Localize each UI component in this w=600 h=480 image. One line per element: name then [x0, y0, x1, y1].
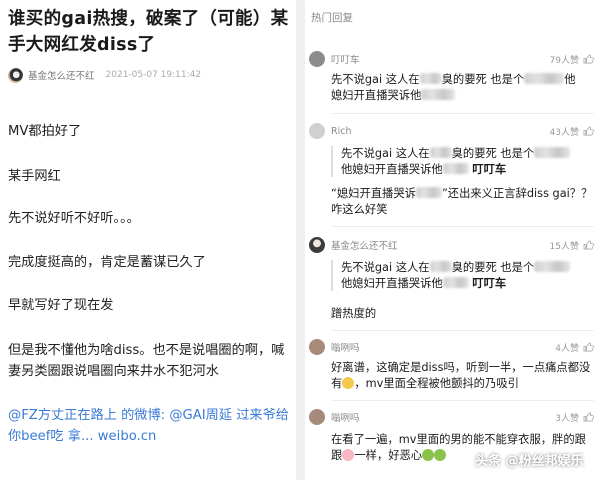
like-count: 15人赞	[549, 241, 579, 252]
commenter-name[interactable]: 基金怎么还不红	[331, 238, 550, 252]
post-time: 2021-05-07 19:11:42	[105, 70, 202, 80]
post-title: 谁买的gai热搜，破案了（可能）某手大网红发diss了	[8, 9, 289, 55]
quote-author[interactable]: 叮叮车	[472, 277, 506, 290]
comment-divider	[331, 330, 594, 331]
like-count: 4人赞	[555, 343, 579, 354]
blurred-text	[429, 147, 452, 158]
thumb-up-icon[interactable]	[583, 342, 594, 352]
scared-emoji-icon	[342, 376, 355, 389]
comment-text: “媳妇开直播哭诉 ”还出来义正言辞diss gai？？咋这么好笑	[331, 187, 593, 216]
hot-replies-title: 热门回复	[311, 12, 353, 24]
commenter-avatar[interactable]	[309, 409, 325, 425]
quoted-comment: 先不说gai 这人在 臭的要死 也是个 他媳妇开直播哭诉他 叮叮车	[331, 260, 593, 291]
comments-panel: 热门回复 叮叮车 79人赞 先不说gai 这人在 臭的要死 也是个他 媳妇开直播哭…	[305, 0, 600, 480]
blurred-text	[524, 73, 565, 84]
comment-divider	[331, 113, 594, 114]
comment-text: 蹭热度的	[331, 307, 377, 320]
thumb-up-icon[interactable]	[583, 240, 594, 250]
nauseated-emoji-icon	[434, 448, 447, 461]
blurred-text	[419, 73, 442, 84]
post-author-row: 基金怎么还不红 2021-05-07 19:11:42	[8, 66, 201, 84]
commenter-name[interactable]: 嗡咧吗	[331, 340, 555, 354]
commenter-name[interactable]: 嗡咧吗	[331, 410, 555, 424]
nauseated-emoji-icon	[422, 448, 435, 461]
watermark: 头条 @粉丝邦娱乐	[475, 448, 584, 470]
post-paragraph: 完成度挺高的，肯定是蓄谋已久了	[8, 255, 206, 270]
blurred-text	[415, 187, 442, 198]
blurred-text	[534, 261, 571, 272]
thumb-up-icon[interactable]	[583, 126, 594, 136]
like-count: 79人赞	[549, 55, 579, 66]
comment-text: 先不说gai 这人在 臭的要死 也是个他 媳妇开直播哭诉他	[331, 73, 576, 102]
post-paragraph: 早就写好了现在发	[8, 298, 114, 313]
comment-text: 好离谱，这确定是diss吗，听到一半，一点痛点都没有 ，mv里面全程被他颤抖的乃吸…	[331, 361, 591, 390]
panel-divider	[296, 0, 305, 480]
commenter-avatar[interactable]	[309, 123, 325, 139]
blurred-text	[429, 261, 452, 272]
post-paragraph: MV都拍好了	[8, 124, 82, 139]
quoted-comment: 先不说gai 这人在 臭的要死 也是个 他媳妇开直播哭诉他 叮叮车	[331, 146, 593, 177]
like-count: 3人赞	[555, 413, 579, 424]
watermark-text: 头条 @粉丝邦娱乐	[475, 453, 584, 469]
commenter-avatar[interactable]	[309, 237, 325, 253]
blurred-text	[442, 276, 469, 288]
thumb-up-icon[interactable]	[583, 412, 594, 422]
weibo-link[interactable]: @FZ方丈正在路上 的微博: @GAI周延 过来爷给你beef吃 拿... we…	[8, 405, 292, 447]
blurred-text	[442, 162, 469, 174]
post-paragraph: 但是我不懂他为啥diss。也不是说唱圈的啊，喊妻另类圈跟说唱圈向来井水不犯河水	[8, 343, 285, 379]
post-paragraph: 某手网红	[8, 169, 61, 184]
post-panel: 谁买的gai热搜，破案了（可能）某手大网红发diss了 基金怎么还不红 2021…	[0, 0, 296, 480]
commenter-avatar[interactable]	[309, 339, 325, 355]
post-paragraph: 先不说好听不好听。。。	[8, 211, 140, 226]
comment-divider	[331, 226, 594, 227]
comment-divider	[331, 400, 594, 401]
blurred-text	[421, 88, 456, 100]
like-count: 43人赞	[549, 127, 579, 138]
commenter-name[interactable]: 叮叮车	[331, 52, 550, 66]
blurred-text	[534, 147, 571, 158]
author-name[interactable]: 基金怎么还不红	[28, 68, 95, 82]
thumb-up-icon[interactable]	[583, 54, 594, 64]
pig-emoji-icon	[342, 448, 355, 461]
author-avatar[interactable]	[8, 67, 23, 83]
comment-text-line: 跟	[331, 448, 343, 462]
quote-author[interactable]: 叮叮车	[472, 163, 506, 176]
commenter-name[interactable]: Rich	[331, 126, 550, 137]
commenter-avatar[interactable]	[309, 51, 325, 67]
